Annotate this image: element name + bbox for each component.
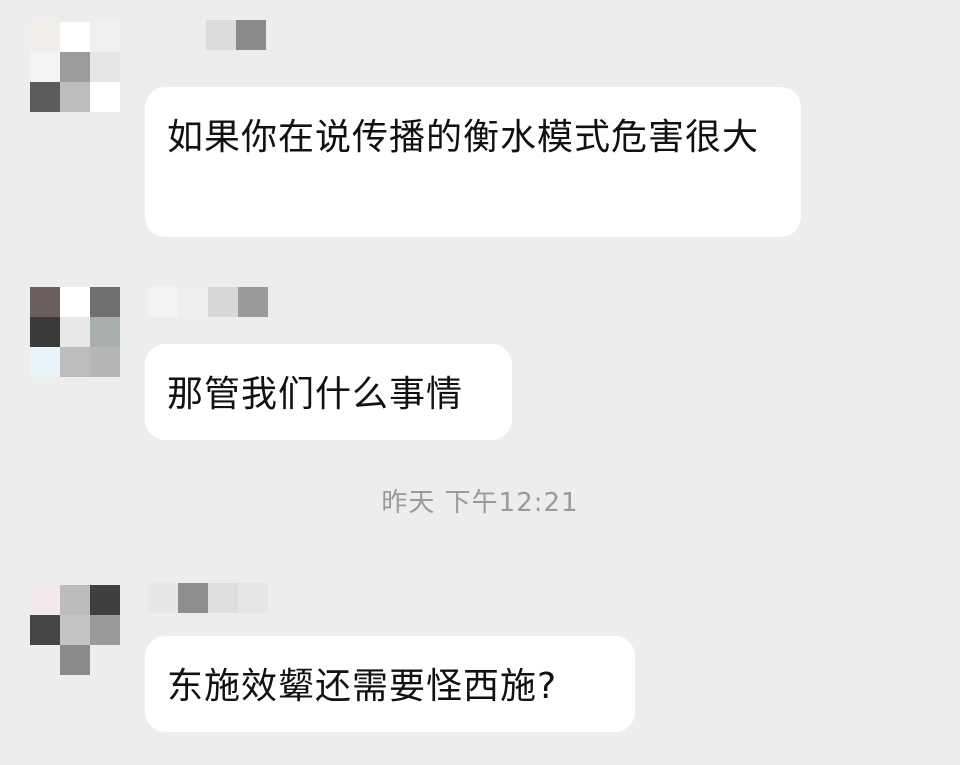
message-bubble[interactable]: 东施效颦还需要怪西施? (145, 636, 635, 732)
avatar[interactable] (30, 22, 120, 112)
sender-name (206, 20, 266, 50)
sender-name (148, 583, 268, 613)
avatar[interactable] (30, 585, 120, 675)
sender-name (148, 287, 298, 317)
timestamp: 昨天 下午12:21 (381, 488, 579, 518)
message-text: 东施效颦还需要怪西施? (167, 666, 558, 707)
message-text: 那管我们什么事情 (167, 374, 464, 415)
message-bubble[interactable]: 那管我们什么事情 (145, 344, 512, 440)
message-text: 如果你在说传播的衡水模式危害很大 (167, 117, 760, 158)
message-bubble[interactable]: 如果你在说传播的衡水模式危害很大 (145, 87, 801, 237)
avatar[interactable] (30, 287, 120, 377)
